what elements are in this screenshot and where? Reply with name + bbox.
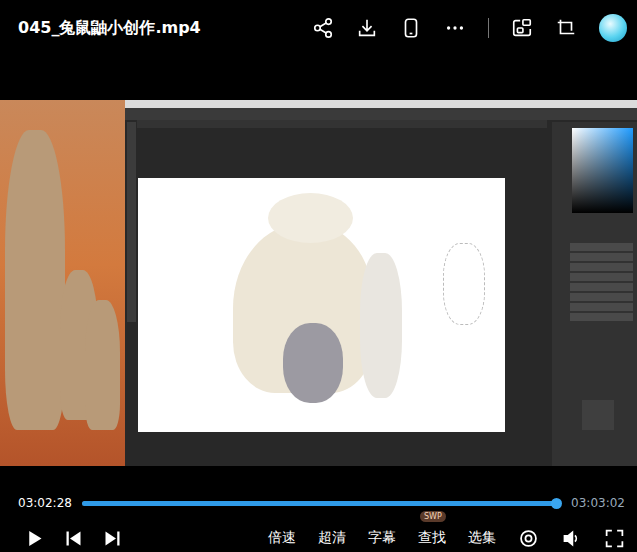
video-title: 045_兔鼠鼬小创作.mp4	[18, 18, 312, 39]
title-bar: 045_兔鼠鼬小创作.mp4	[0, 0, 637, 56]
target-icon[interactable]	[518, 528, 539, 549]
phone-icon[interactable]	[400, 17, 422, 39]
user-avatar-icon[interactable]	[599, 14, 627, 42]
drawing-canvas	[138, 178, 505, 432]
reference-photo	[0, 100, 125, 466]
next-icon[interactable]	[102, 528, 123, 549]
previous-icon[interactable]	[63, 528, 84, 549]
photoshop-window	[125, 100, 637, 466]
control-bar: 倍速 超清 字幕 查找 SWP 选集	[0, 515, 637, 551]
duration: 03:03:02	[571, 496, 625, 510]
play-icon[interactable]	[24, 528, 45, 549]
control-button[interactable]: 字幕	[368, 525, 396, 551]
video-frame[interactable]	[0, 100, 637, 466]
share-icon[interactable]	[312, 17, 334, 39]
volume-icon[interactable]	[561, 528, 582, 549]
watermark-logo	[582, 400, 614, 430]
control-button[interactable]: 选集	[468, 525, 496, 551]
download-icon[interactable]	[356, 17, 378, 39]
progress-bar[interactable]	[82, 501, 561, 506]
fullscreen-icon[interactable]	[604, 528, 625, 549]
picture-in-picture-icon[interactable]	[511, 17, 533, 39]
video-player: 045_兔鼠鼬小创作.mp4 03:02:28 03:03:02 倍速 超清 字…	[0, 0, 637, 552]
more-icon[interactable]	[444, 17, 466, 39]
control-button[interactable]: 超清	[318, 525, 346, 551]
control-button[interactable]: 查找 SWP	[418, 525, 446, 551]
toolbar-divider	[488, 18, 489, 38]
pin-window-icon[interactable]	[555, 17, 577, 39]
current-time: 03:02:28	[18, 496, 72, 510]
progress-row: 03:02:28 03:03:02	[0, 466, 637, 515]
top-toolbar	[312, 14, 627, 42]
control-button[interactable]: 倍速	[268, 525, 296, 551]
badge: SWP	[420, 511, 446, 522]
